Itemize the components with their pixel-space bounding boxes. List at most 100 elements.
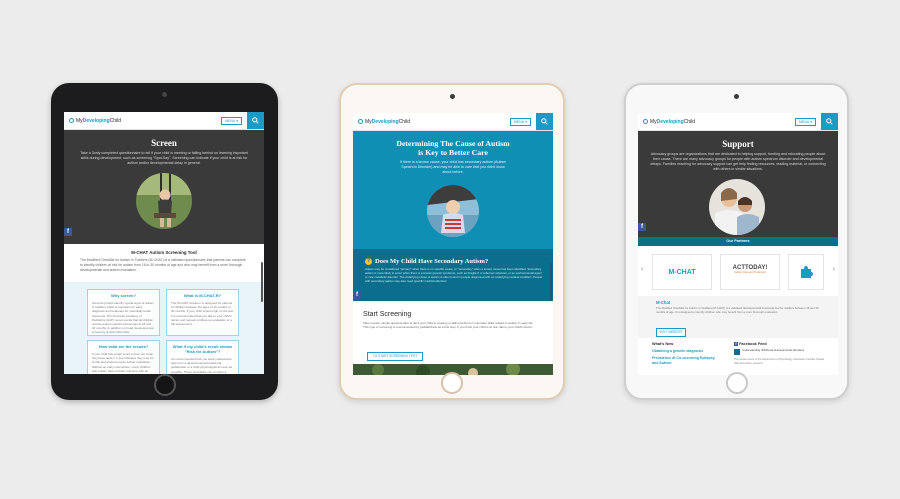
start-text: Take a quick, simple questionnaire to te…: [363, 321, 534, 330]
partner-logo-acttoday[interactable]: ACTTODAY! Autism Care and Treatment: [720, 254, 780, 290]
search-button[interactable]: [821, 113, 838, 130]
hero-section: Determining The Cause of Autism is Key t…: [353, 131, 553, 249]
facebook-feed-title: f Facebook Feed: [734, 342, 828, 346]
facebook-feed-label: Facebook Feed: [739, 342, 767, 346]
page-title: Screen: [151, 138, 177, 148]
card-body: It is recommended that you seek professi…: [171, 357, 233, 374]
scrollbar[interactable]: [261, 262, 263, 302]
card-title: How valid are the results?: [98, 344, 149, 349]
card-title: Why screen?: [111, 293, 136, 298]
page-title: Determining The Cause of Autism is Key t…: [396, 139, 510, 157]
menu-label: MENU: [224, 119, 236, 123]
logo-bold: Developing: [656, 118, 684, 125]
logo-icon: [643, 119, 648, 124]
whats-new-title: What's New: [652, 342, 674, 346]
menu-button[interactable]: MENU ▾: [509, 118, 531, 126]
search-icon: [252, 117, 259, 124]
hero-intro: Take a 3only completed questionnaire to …: [80, 151, 248, 165]
start-screening-button[interactable]: TO START SCREENING TEST: [367, 352, 423, 361]
facebook-share-button[interactable]: f: [638, 223, 646, 231]
page-title: Support: [722, 139, 754, 149]
fb-post[interactable]: Understanding childhood developmental di…: [734, 348, 828, 355]
whats-new-column: What's New Obtaining a genetic diagnosis…: [652, 342, 722, 365]
facebook-share-button[interactable]: f: [64, 228, 72, 236]
logo-prefix: My: [365, 118, 372, 125]
search-button[interactable]: [247, 112, 264, 129]
start-title: Start Screening: [363, 311, 412, 318]
carousel-prev-icon[interactable]: ‹: [641, 266, 643, 273]
logo-icon: [358, 119, 363, 124]
fb-post-title: Understanding childhood developmental di…: [742, 348, 805, 352]
card-risk-result: What if my child's result shows "Risk fo…: [166, 340, 239, 374]
logo-bold: Developing: [82, 117, 110, 124]
hero-section: Support Advocacy groups are organization…: [638, 131, 838, 237]
acttoday-subtitle: Autism Care and Treatment: [734, 271, 766, 274]
question-title: Does My Child Have Secondary Autism?: [375, 258, 489, 265]
home-button[interactable]: [725, 372, 748, 394]
question-section: ? Does My Child Have Secondary Autism? A…: [353, 249, 553, 301]
logo-suffix: Child: [683, 118, 696, 125]
partners-bar: Our Partners: [638, 237, 838, 246]
site-header: My Developing Child MENU ▾: [638, 113, 838, 131]
logo[interactable]: My Developing Child: [69, 118, 121, 124]
logo[interactable]: My Developing Child: [358, 119, 410, 125]
home-button[interactable]: [153, 374, 176, 396]
card-body: If your child has a high score it does n…: [92, 352, 154, 374]
question-text: Autism may be considered "primary" when …: [365, 267, 543, 283]
card-title: What is M-CHAT-R?: [183, 293, 222, 298]
partner-name: M-Chat: [656, 300, 671, 305]
hero-intro: If there is a known cause, your child ha…: [399, 160, 507, 174]
partner-logo-puzzle[interactable]: [788, 254, 824, 290]
hero-photo: [427, 185, 479, 237]
search-icon: [541, 118, 548, 125]
section-text: The Modified Checklist for Autism in Tod…: [80, 258, 246, 272]
camera-icon: [162, 92, 167, 97]
bottom-columns: What's New Obtaining a genetic diagnosis…: [638, 338, 838, 375]
news-link[interactable]: Obtaining a genetic diagnosis: [652, 349, 722, 353]
news-link[interactable]: Prevalence of Co-occurring Epilepsy and …: [652, 356, 722, 365]
screen-screen[interactable]: My Developing Child MENU ▾ Screen Take a 3…: [64, 112, 264, 374]
logo-icon: [69, 118, 74, 123]
camera-icon: [449, 94, 455, 99]
card-what-is-mchat: What is M-CHAT-R? The M-CHAT screener is…: [166, 289, 239, 336]
partners-carousel: ‹ M-CHAT ACTTODAY! Autism Care and Treat…: [638, 246, 838, 296]
logo[interactable]: My Developing Child: [643, 119, 695, 125]
menu-button[interactable]: MENU ▾: [220, 117, 242, 125]
hero-intro: Advocacy groups are organizations that a…: [650, 152, 826, 171]
puzzle-icon: [801, 266, 813, 278]
facebook-feed-column: f Facebook Feed Understanding childhood …: [734, 342, 828, 365]
partner-logo-mchat[interactable]: M-CHAT: [652, 254, 712, 290]
fb-avatar: [734, 349, 740, 355]
menu-label: MENU: [798, 120, 810, 124]
site-header: My Developing Child MENU ▾: [64, 112, 264, 130]
tablet-silver: My Developing Child MENU ▾ Support Advocac…: [624, 83, 849, 400]
hero-photo: [136, 173, 192, 229]
facebook-share-button[interactable]: f: [353, 291, 361, 299]
scrollbar[interactable]: [550, 263, 552, 301]
carousel-next-icon[interactable]: ›: [833, 266, 835, 273]
search-icon: [826, 118, 833, 125]
card-why-screen: Why screen? Screening helps identify typ…: [87, 289, 160, 336]
home-button[interactable]: [441, 372, 463, 394]
question-icon: ?: [365, 258, 372, 265]
visit-website-button[interactable]: VISIT WEBSITE: [656, 328, 686, 337]
site-header: My Developing Child MENU ▾: [353, 113, 553, 131]
camera-icon: [734, 94, 739, 99]
hero-section: Screen Take a 3only completed questionna…: [64, 130, 264, 244]
tablet-gold: My Developing Child MENU ▾ Determining The…: [339, 83, 565, 400]
partner-text: The Modified Checklist for Autism in Tod…: [656, 306, 819, 314]
card-body: Screening helps identify typical signs o…: [92, 301, 155, 335]
support-screen[interactable]: My Developing Child MENU ▾ Support Advocac…: [638, 113, 838, 375]
logo-prefix: My: [76, 117, 83, 124]
question-heading: ? Does My Child Have Secondary Autism?: [365, 258, 553, 265]
mchat-section: M-CHAT Autism Screening Tool The Modifie…: [64, 244, 264, 282]
tablet-black: My Developing Child MENU ▾ Screen Take a 3…: [51, 83, 278, 400]
menu-label: MENU: [513, 120, 525, 124]
facebook-icon: f: [734, 342, 738, 346]
card-body: The M-CHAT screener is designed for pare…: [171, 301, 234, 327]
fb-post-text: The newest issue of the Department of Ps…: [734, 358, 824, 365]
secondary-autism-screen[interactable]: My Developing Child MENU ▾ Determining The…: [353, 113, 553, 375]
search-button[interactable]: [536, 113, 553, 130]
menu-button[interactable]: MENU ▾: [794, 118, 816, 126]
start-screening-section: Start Screening Take a quick, simple que…: [353, 301, 553, 349]
